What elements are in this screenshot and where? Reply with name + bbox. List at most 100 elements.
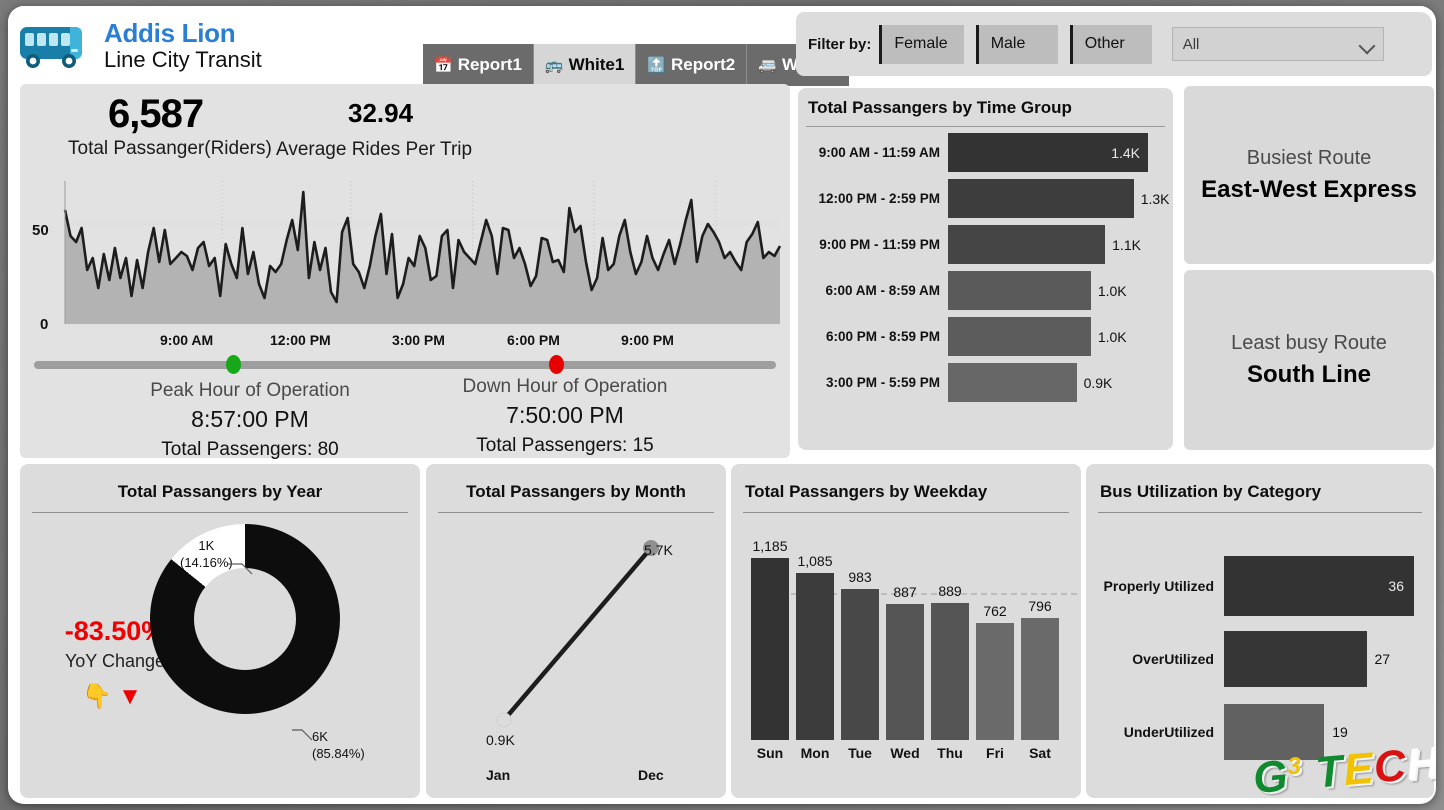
weekday-value: 1,085 <box>797 553 833 570</box>
time-group-bar[interactable]: 1.1K <box>948 225 1141 264</box>
tab-report2-label: Report2 <box>671 55 736 74</box>
time-group-value: 1.1K <box>1112 236 1141 253</box>
weekday-category: Sun <box>756 745 784 761</box>
utilization-value: 36 <box>1388 578 1404 594</box>
donut-ring <box>150 524 340 714</box>
utilization-value: 27 <box>1374 651 1391 667</box>
month-x-tick-jan: Jan <box>486 767 511 783</box>
down-hour-title: Down Hour of Operation <box>462 376 668 397</box>
chevron-down-icon <box>1359 40 1373 48</box>
utilization-row[interactable]: OverUtilized 27 <box>1096 631 1390 687</box>
time-group-category: 9:00 PM - 11:59 PM <box>819 237 940 252</box>
down-hour-marker[interactable] <box>549 355 564 374</box>
tab-white1[interactable]: 🚌 White1 <box>532 44 636 86</box>
time-group-row[interactable]: 3:00 PM - 5:59 PM 0.9K <box>798 362 1173 403</box>
weekday-value: 983 <box>848 568 872 585</box>
pointing-down-hand-icon: 👇 <box>82 683 119 710</box>
weekday-bar[interactable] <box>796 573 834 740</box>
weekday-category: Sat <box>1029 745 1051 761</box>
utilization-value: 19 <box>1332 724 1348 740</box>
tab-report1-label: Report1 <box>457 55 522 74</box>
time-group-row[interactable]: 6:00 PM - 8:59 PM 1.0K <box>798 316 1173 357</box>
least-busy-route-value: South Line <box>1247 360 1371 388</box>
riders-line-chart <box>63 181 782 325</box>
year-panel-title: Total Passangers by Year <box>117 482 323 501</box>
filter-by-label: Filter by: <box>808 35 872 53</box>
donut-label-small-slice: 1K (14.16%) <box>180 538 233 572</box>
utilization-row[interactable]: Properly Utilized 36 <box>1096 556 1414 616</box>
weekday-bar[interactable] <box>1021 617 1059 740</box>
least-busy-route-card: Least busy Route South Line <box>1184 270 1434 450</box>
time-group-value: 0.9K <box>1083 374 1113 391</box>
slicer-dropdown[interactable]: All <box>1171 27 1384 61</box>
utilization-category: OverUtilized <box>1132 651 1214 667</box>
time-group-row[interactable]: 6:00 AM - 8:59 AM 1.0K <box>798 270 1173 311</box>
utilization-panel: Bus Utilization by Category Properly Uti… <box>1086 464 1436 803</box>
utilization-panel-title: Bus Utilization by Category <box>1100 482 1322 501</box>
down-hour-time: 7:50:00 PM <box>506 402 624 428</box>
time-group-rows: 9:00 AM - 11:59 AM 1.4K 12:00 PM - 2:59 PM… <box>798 132 1173 403</box>
time-group-bar[interactable]: 0.9K <box>948 363 1112 402</box>
time-group-category: 6:00 PM - 8:59 PM <box>825 329 940 344</box>
filter-chip-female[interactable]: Female <box>879 24 964 64</box>
weekday-bar-column[interactable]: 796 Sat <box>1021 598 1059 761</box>
donut-small-pct: (14.16%) <box>180 554 233 570</box>
weekday-bar-column[interactable]: 889 Thu <box>931 583 969 761</box>
weekday-bar[interactable] <box>976 622 1014 740</box>
header: Addis Lion Line City Transit 📅 Report1 🚌… <box>8 6 1436 86</box>
month-x-tick-dec: Dec <box>638 767 664 783</box>
time-group-category: 3:00 PM - 5:59 PM <box>825 375 940 390</box>
slicer-value: All <box>1182 35 1200 53</box>
x-tick-9pm: 9:00 PM <box>621 332 674 348</box>
busiest-route-card: Busiest Route East-West Express <box>1184 86 1434 264</box>
x-tick-3pm: 3:00 PM <box>392 332 445 348</box>
weekday-category: Mon <box>800 745 830 761</box>
filter-chip-other[interactable]: Other <box>1069 24 1152 64</box>
peak-hour-marker[interactable] <box>226 355 241 374</box>
divider <box>1098 512 1422 513</box>
weekday-bar[interactable] <box>886 603 924 740</box>
total-passengers-value: 6,587 <box>108 92 204 136</box>
year-panel: Total Passangers by Year -83.50% YoY Cha… <box>20 464 420 798</box>
time-group-row[interactable]: 12:00 PM - 2:59 PM 1.3K <box>798 178 1173 219</box>
weekday-bar-column[interactable]: 1,185 Sun <box>751 538 789 761</box>
tab-report1[interactable]: 📅 Report1 <box>423 44 533 86</box>
time-group-bar[interactable]: 1.3K <box>948 179 1170 218</box>
weekday-bar[interactable] <box>841 588 879 740</box>
utilization-bar[interactable]: 27 <box>1224 631 1390 687</box>
tab-white1-label: White1 <box>568 55 625 74</box>
weekday-bar-column[interactable]: 983 Tue <box>841 569 879 761</box>
weekday-category: Fri <box>986 745 1004 761</box>
time-group-value: 1.3K <box>1140 190 1170 207</box>
time-group-bar[interactable]: 1.0K <box>948 317 1127 356</box>
time-group-bar[interactable]: 1.4K <box>948 133 1148 172</box>
time-group-panel: Total Passangers by Time Group 9:00 AM -… <box>798 88 1173 450</box>
donut-small-value: 1K <box>198 538 215 553</box>
weekday-value: 887 <box>893 583 917 600</box>
time-group-row[interactable]: 9:00 AM - 11:59 AM 1.4K <box>798 132 1173 173</box>
time-group-bar[interactable]: 1.0K <box>948 271 1127 310</box>
weekday-bar-column[interactable]: 1,085 Mon <box>796 553 834 761</box>
weekday-category: Tue <box>848 745 872 761</box>
tab-report2[interactable]: 🔝 Report2 <box>635 44 747 86</box>
bus-icon: 🚌 <box>544 56 564 74</box>
month-dec-value: 5.7K <box>644 542 673 558</box>
x-tick-9am: 9:00 AM <box>160 332 214 348</box>
utilization-bar[interactable]: 36 <box>1224 556 1414 616</box>
hour-slider[interactable] <box>34 355 776 374</box>
donut-label-large-slice: 6K (85.84%) <box>312 729 365 763</box>
calendar-icon: 📅 <box>434 56 453 74</box>
time-group-category: 6:00 AM - 8:59 AM <box>825 283 940 298</box>
weekday-category: Wed <box>890 745 920 761</box>
weekday-bar[interactable] <box>931 603 969 740</box>
weekday-bar[interactable] <box>751 557 789 740</box>
time-group-row[interactable]: 9:00 PM - 11:59 PM 1.1K <box>798 224 1173 265</box>
kpi-panel: 6,587 Total Passanger(Riders) 32.94 Aver… <box>20 84 790 460</box>
weekday-value: 1,185 <box>752 537 788 554</box>
weekday-bar-column[interactable]: 762 Fri <box>976 603 1014 761</box>
down-hour-passengers: Total Passengers: 15 <box>476 435 654 456</box>
filter-bar: Filter by: Female Male Other All <box>796 12 1432 76</box>
divider <box>32 512 408 513</box>
filter-chip-male[interactable]: Male <box>975 24 1058 64</box>
weekday-bar-column[interactable]: 887 Wed <box>886 584 924 761</box>
